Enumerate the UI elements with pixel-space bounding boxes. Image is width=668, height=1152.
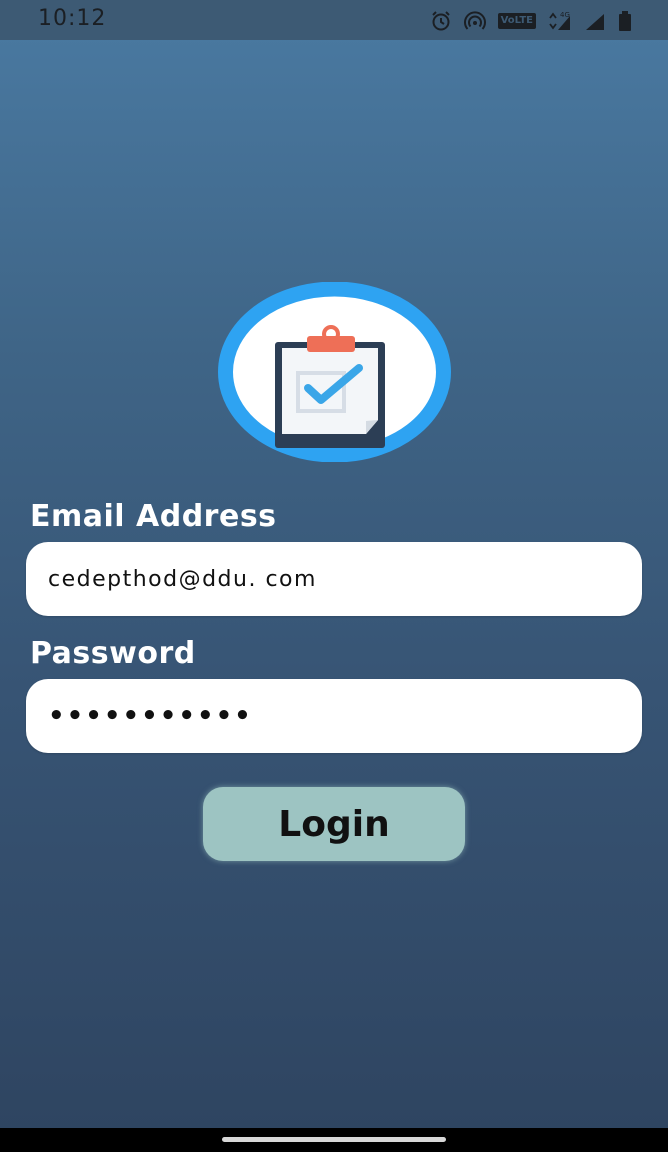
app-logo (218, 281, 451, 463)
hotspot-icon (463, 10, 486, 32)
battery-icon (618, 10, 632, 32)
login-screen: 10:12 VoLTE 4G Email Address cedepthod@d… (0, 0, 668, 1152)
password-label: Password (30, 636, 196, 671)
data-arrows-icon: 4G (548, 10, 572, 32)
status-bar: 10:12 VoLTE 4G (0, 0, 668, 40)
home-handle[interactable] (222, 1137, 446, 1142)
status-time: 10:12 (38, 6, 107, 31)
network-type-label: 4G (560, 11, 570, 19)
volte-badge: VoLTE (497, 13, 536, 29)
signal-icon (584, 10, 606, 32)
email-label: Email Address (30, 499, 277, 534)
navigation-bar (0, 1128, 668, 1152)
email-field[interactable]: cedepthod@ddu. com (26, 542, 642, 616)
password-field[interactable]: ••••••••••• (26, 679, 642, 753)
status-icons: VoLTE 4G (430, 10, 632, 32)
alarm-icon (430, 10, 452, 32)
clipboard-check-icon (218, 281, 451, 463)
login-button[interactable]: Login (203, 787, 465, 861)
